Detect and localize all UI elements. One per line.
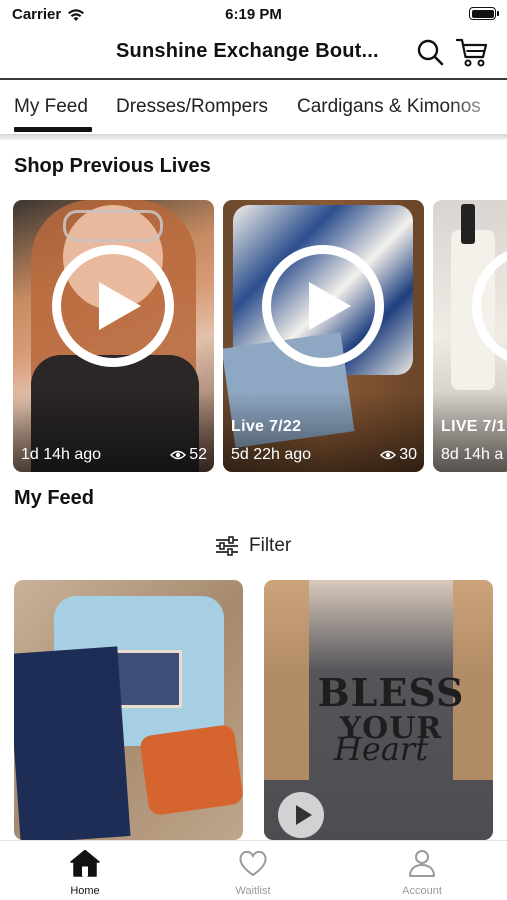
section-title-my-feed: My Feed bbox=[14, 487, 95, 509]
view-count: 52 bbox=[170, 446, 207, 464]
view-count-value: 30 bbox=[399, 446, 417, 463]
status-bar: Carrier 6:19 PM bbox=[0, 0, 507, 30]
live-ago: 5d 22h ago bbox=[231, 446, 312, 463]
live-video-card[interactable]: 1d 14h ago 52 bbox=[13, 200, 214, 472]
sliders-icon bbox=[216, 536, 238, 556]
shirt-print-script: Heart bbox=[334, 730, 429, 768]
play-icon bbox=[262, 245, 384, 367]
bottom-tab-bar: Home Waitlist Account bbox=[0, 840, 507, 900]
tabbar-waitlist-label: Waitlist bbox=[235, 885, 271, 897]
tabbar-home[interactable]: Home bbox=[30, 849, 140, 897]
tabs-fade bbox=[447, 82, 507, 134]
filter-label: Filter bbox=[249, 535, 292, 556]
tabbar-waitlist[interactable]: Waitlist bbox=[198, 849, 308, 897]
live-video-card[interactable]: LIVE 7/1 8d 14h a bbox=[433, 200, 507, 472]
tabbar-account-label: Account bbox=[402, 885, 442, 897]
view-count: 30 bbox=[380, 446, 417, 464]
tabbar-account[interactable]: Account bbox=[367, 849, 477, 897]
eye-icon bbox=[380, 450, 397, 460]
tabbar-home-label: Home bbox=[70, 885, 100, 897]
heart-icon bbox=[239, 850, 267, 877]
live-ago: 8d 14h a bbox=[441, 446, 504, 463]
live-label: Live 7/22 bbox=[231, 418, 302, 435]
tab-my-feed[interactable]: My Feed bbox=[14, 96, 88, 118]
view-count-value: 52 bbox=[189, 446, 207, 463]
battery-icon bbox=[469, 7, 499, 20]
product-tile[interactable] bbox=[14, 580, 243, 840]
filter-button[interactable]: Filter bbox=[215, 532, 291, 560]
search-button[interactable] bbox=[414, 36, 446, 68]
active-tab-indicator bbox=[14, 127, 92, 132]
tab-dresses-rompers[interactable]: Dresses/Rompers bbox=[116, 96, 268, 118]
status-time: 6:19 PM bbox=[225, 6, 282, 23]
app-header: Sunshine Exchange Bout... bbox=[0, 30, 507, 78]
cart-icon bbox=[456, 38, 488, 67]
play-icon[interactable] bbox=[278, 792, 324, 838]
live-video-card[interactable]: Live 7/22 5d 22h ago 30 bbox=[223, 200, 424, 472]
eye-icon bbox=[170, 450, 187, 460]
tabs-shadow bbox=[0, 134, 507, 140]
header-divider bbox=[0, 78, 507, 80]
cart-button[interactable] bbox=[456, 36, 488, 68]
home-icon bbox=[70, 849, 100, 877]
live-label: LIVE 7/1 bbox=[441, 418, 506, 435]
live-ago: 1d 14h ago bbox=[21, 446, 102, 463]
shop-title: Sunshine Exchange Bout... bbox=[116, 40, 379, 62]
person-icon bbox=[409, 850, 435, 877]
section-title-previous-lives: Shop Previous Lives bbox=[14, 155, 211, 177]
product-tile[interactable]: BLESS YOUR Heart bbox=[264, 580, 493, 840]
search-icon bbox=[417, 39, 444, 66]
play-icon bbox=[52, 245, 174, 367]
